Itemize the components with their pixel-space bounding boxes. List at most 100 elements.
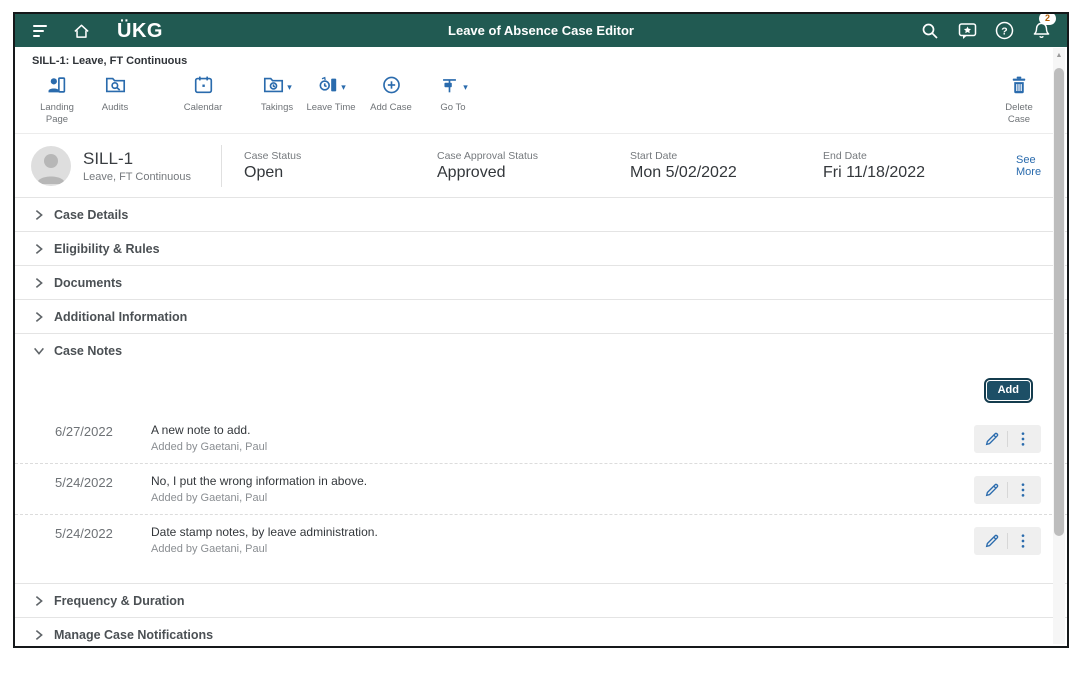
divider xyxy=(1007,431,1008,447)
chevron-right-icon xyxy=(32,628,46,642)
toolbar-label: Audits xyxy=(102,102,128,114)
chevron-down-icon: ▾ xyxy=(341,83,346,92)
chevron-down-icon: ▾ xyxy=(463,83,468,92)
vertical-scrollbar[interactable]: ▲ xyxy=(1053,48,1065,644)
field-label: Start Date xyxy=(630,150,823,162)
case-summary: SILL-1 Leave, FT Continuous Case Status … xyxy=(15,133,1067,197)
add-note-button[interactable]: Add xyxy=(986,380,1031,401)
scroll-up-arrow-icon[interactable]: ▲ xyxy=(1053,48,1065,62)
spacer xyxy=(15,565,1067,583)
section-title: Case Details xyxy=(54,208,128,222)
delete-case-icon xyxy=(1008,74,1030,101)
landing-page-icon xyxy=(46,74,69,101)
note-date: 5/24/2022 xyxy=(55,525,151,541)
note-date: 5/24/2022 xyxy=(55,474,151,490)
section-eligibility-rules[interactable]: Eligibility & Rules xyxy=(15,231,1067,265)
avatar xyxy=(31,146,71,186)
note-added-by: Added by Gaetani, Paul xyxy=(151,543,974,555)
case-notes-add-row: Add xyxy=(15,367,1067,413)
chevron-right-icon xyxy=(32,276,46,290)
note-row: 6/27/2022 A new note to add. Added by Ga… xyxy=(15,413,1067,463)
section-title: Additional Information xyxy=(54,310,187,324)
edit-note-button[interactable] xyxy=(980,478,1004,502)
divider xyxy=(1007,482,1008,498)
case-id: SILL-1 xyxy=(83,149,213,169)
breadcrumb: SILL-1: Leave, FT Continuous xyxy=(15,47,1067,69)
toolbar-takings-button[interactable]: ▾ Takings xyxy=(251,75,303,114)
audits-icon xyxy=(104,74,127,101)
app-window: ÜKG Leave of Absence Case Editor ? xyxy=(13,12,1069,648)
section-title: Eligibility & Rules xyxy=(54,242,160,256)
edit-note-button[interactable] xyxy=(980,427,1004,451)
page-title: Leave of Absence Case Editor xyxy=(15,23,1067,38)
case-status-field: Case Status Open xyxy=(244,150,437,182)
main-menu-icon[interactable] xyxy=(29,19,53,43)
chevron-right-icon xyxy=(32,208,46,222)
toolbar-calendar-button[interactable]: Calendar xyxy=(177,75,229,114)
toolbar-label: Landing Page xyxy=(31,102,83,126)
chevron-right-icon xyxy=(32,310,46,324)
section-additional-information[interactable]: Additional Information xyxy=(15,299,1067,333)
toolbar-add-case-button[interactable]: Add Case xyxy=(365,75,417,114)
ukg-logo[interactable]: ÜKG xyxy=(117,21,163,41)
note-actions xyxy=(974,425,1041,453)
notifications-bell-icon[interactable]: 2 xyxy=(1029,19,1053,43)
divider xyxy=(221,145,222,187)
scrollbar-thumb[interactable] xyxy=(1054,68,1064,536)
toolbar-audits-button[interactable]: Audits xyxy=(89,75,141,114)
section-documents[interactable]: Documents xyxy=(15,265,1067,299)
chevron-right-icon xyxy=(32,594,46,608)
section-case-details[interactable]: Case Details xyxy=(15,197,1067,231)
search-icon[interactable] xyxy=(918,19,942,43)
toolbar-go-to-button[interactable]: ▾ Go To xyxy=(427,75,479,114)
field-label: End Date xyxy=(823,150,1016,162)
takings-icon xyxy=(262,74,285,101)
note-text: Date stamp notes, by leave administratio… xyxy=(151,525,974,539)
section-manage-case-notifications[interactable]: Manage Case Notifications xyxy=(15,617,1067,648)
section-frequency-duration[interactable]: Frequency & Duration xyxy=(15,583,1067,617)
divider xyxy=(1007,533,1008,549)
add-case-icon xyxy=(380,74,403,101)
toolbar-label: Calendar xyxy=(184,102,223,114)
field-label: Case Status xyxy=(244,150,437,162)
note-text: A new note to add. xyxy=(151,423,974,437)
home-icon[interactable] xyxy=(69,19,93,43)
toolbar-label: Add Case xyxy=(370,102,412,114)
see-more-link[interactable]: See More xyxy=(1016,154,1041,178)
note-text: No, I put the wrong information in above… xyxy=(151,474,974,488)
top-bar: ÜKG Leave of Absence Case Editor ? xyxy=(15,14,1067,47)
toolbar-label: Takings xyxy=(261,102,293,114)
chevron-right-icon xyxy=(32,242,46,256)
go-to-icon xyxy=(438,74,461,101)
note-actions xyxy=(974,527,1041,555)
note-row: 5/24/2022 Date stamp notes, by leave adm… xyxy=(15,514,1067,565)
chevron-down-icon: ▾ xyxy=(287,83,292,92)
toolbar-landing-page-button[interactable]: Landing Page xyxy=(31,75,83,126)
note-added-by: Added by Gaetani, Paul xyxy=(151,492,974,504)
feedback-chat-icon[interactable] xyxy=(955,19,979,43)
notification-badge: 2 xyxy=(1039,12,1056,25)
help-icon[interactable]: ? xyxy=(992,19,1016,43)
field-value: Open xyxy=(244,164,437,182)
toolbar-delete-case-button[interactable]: Delete Case xyxy=(993,75,1045,126)
note-more-menu-icon[interactable] xyxy=(1011,529,1035,553)
toolbar-label: Delete Case xyxy=(993,102,1045,126)
note-more-menu-icon[interactable] xyxy=(1011,427,1035,451)
start-date-field: Start Date Mon 5/02/2022 xyxy=(630,150,823,182)
toolbar-label: Go To xyxy=(440,102,465,114)
case-approval-status-field: Case Approval Status Approved xyxy=(437,150,630,182)
section-title: Frequency & Duration xyxy=(54,594,185,608)
note-row: 5/24/2022 No, I put the wrong informatio… xyxy=(15,463,1067,514)
edit-note-button[interactable] xyxy=(980,529,1004,553)
section-title: Manage Case Notifications xyxy=(54,628,213,642)
note-actions xyxy=(974,476,1041,504)
svg-text:?: ? xyxy=(1001,25,1007,37)
field-value: Approved xyxy=(437,164,630,182)
note-more-menu-icon[interactable] xyxy=(1011,478,1035,502)
chevron-down-icon xyxy=(32,344,46,358)
toolbar: Landing Page Audits Calendar xyxy=(15,69,1067,133)
end-date-field: End Date Fri 11/18/2022 xyxy=(823,150,1016,182)
toolbar-leave-time-button[interactable]: ▾ Leave Time xyxy=(305,75,357,114)
section-case-notes[interactable]: Case Notes xyxy=(15,333,1067,367)
field-value: Fri 11/18/2022 xyxy=(823,164,1016,182)
